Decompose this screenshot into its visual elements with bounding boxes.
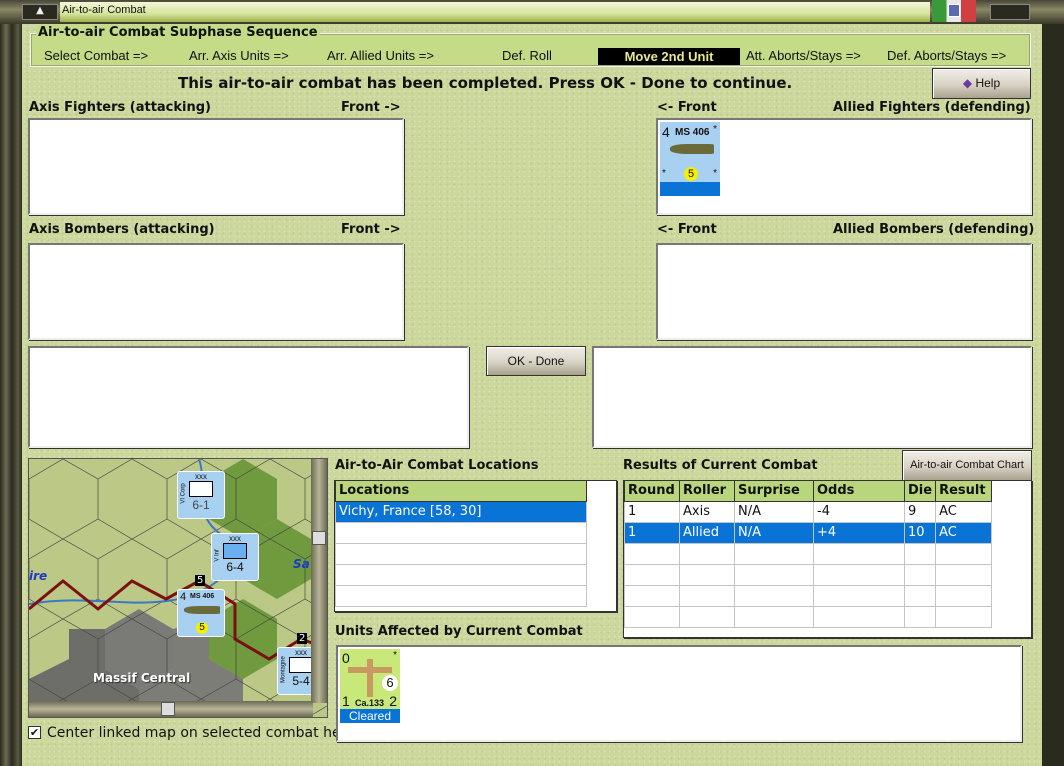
status-message: This air-to-air combat has been complete… (178, 74, 793, 92)
unit-name: MS 406 (190, 593, 215, 600)
stack-count: 2 (297, 633, 308, 644)
ca133-counter[interactable]: 0 * 6 1 Ca.133 2 Cleared (339, 648, 401, 724)
unit-top-left: 0 (342, 650, 350, 666)
allied-fighters-label: Allied Fighters (defending) (833, 100, 1031, 115)
unit-name: VI Corp (180, 483, 187, 504)
bomber-fuselage (367, 659, 373, 697)
scrollbar-thumb[interactable] (161, 702, 175, 716)
unit-symbol-icon (189, 481, 213, 497)
stack-count: 5 (195, 575, 206, 586)
linked-map[interactable]: ire Sa Massif Central VI Corp xxx 6-1 V … (28, 458, 328, 718)
unit-attack: 4 (662, 124, 670, 140)
unit-bottom-right: 2 (389, 693, 397, 709)
allied-bombers-box[interactable] (656, 243, 1032, 340)
unit-name: Montagne (280, 656, 287, 683)
unit-defense: 5 (196, 622, 208, 634)
unit-star: * (713, 168, 717, 179)
unit-attack: 4 (180, 591, 187, 603)
axis-fighters-label: Axis Fighters (attacking) (29, 100, 211, 115)
axis-bombers-label: Axis Bombers (attacking) (29, 222, 215, 237)
column-header: Odds (813, 481, 905, 502)
column-header: Round (624, 481, 680, 502)
combat-chart-button[interactable]: Air-to-air Combat Chart (902, 450, 1032, 481)
scrollbar-thumb[interactable] (312, 531, 326, 545)
unit-value: 6-4 (226, 560, 244, 574)
allied-fighter-counter[interactable]: 4 MS 406 * * * 5 (659, 121, 721, 197)
fighter-plane-icon (184, 606, 220, 614)
unit-defense: 5 (684, 167, 698, 181)
help-book-icon: ◆ (962, 76, 973, 90)
location-cell: Vichy, France [58, 30] (335, 500, 587, 523)
unit-name: V Inf (214, 549, 221, 562)
axis-bombers-front-label: Front -> (341, 222, 401, 237)
step-def-aborts: Def. Aborts/Stays => (887, 48, 1007, 63)
unit-value: 5-4 (292, 674, 310, 688)
column-header: Surprise (734, 481, 814, 502)
unit-defense: 6 (382, 675, 398, 691)
map-vertical-scrollbar[interactable] (311, 459, 327, 703)
locations-title: Air-to-Air Combat Locations (335, 458, 539, 473)
axis-fighters-front-label: Front -> (341, 100, 401, 115)
help-label: Help (975, 76, 1001, 90)
locations-header: Locations (335, 481, 587, 502)
allied-fighters-box[interactable]: 4 MS 406 * * * 5 (656, 118, 1032, 215)
map-label-massif-central: Massif Central (93, 671, 191, 685)
step-move-2nd-unit: Move 2nd Unit (598, 48, 740, 65)
unit-star: * (393, 650, 397, 661)
map-unit-6-1[interactable]: VI Corp xxx 6-1 (177, 471, 225, 519)
results-title: Results of Current Combat (623, 458, 818, 473)
unit-star: * (713, 124, 717, 135)
affected-units-box[interactable]: 0 * 6 1 Ca.133 2 Cleared (336, 645, 1022, 742)
title-bar: ▲ Air-to-air Combat (0, 0, 1064, 24)
selection-bar (660, 182, 720, 196)
unit-name: Ca.133 (355, 698, 385, 708)
infantry-symbol-icon (223, 543, 247, 559)
unit-status-label: Cleared (340, 709, 400, 723)
map-unit-6-4[interactable]: V Inf xxx 6-4 (211, 533, 259, 581)
column-header: Roller (679, 481, 735, 502)
help-button[interactable]: ◆ Help (932, 68, 1031, 99)
fighter-plane-icon (670, 144, 714, 154)
map-fighter-counter[interactable]: 4 MS 406 5 (177, 589, 225, 637)
center-map-checkbox[interactable]: ✔ (28, 726, 41, 739)
unit-name: MS 406 (675, 127, 710, 138)
unit-symbol-icon (289, 657, 313, 673)
locations-table[interactable]: Locations Vichy, France [58, 30] (334, 480, 617, 612)
allied-bombers-front-label: <- Front (657, 222, 717, 237)
column-header: Die (903, 481, 937, 502)
unit-star: * (662, 168, 666, 179)
window-title: Air-to-air Combat (62, 4, 146, 16)
center-map-checkbox-label: Center linked map on selected combat hex (47, 725, 349, 741)
system-menu-button[interactable]: ▲ (22, 4, 58, 20)
allied-info-box (592, 346, 1032, 448)
column-header: Result (935, 481, 992, 502)
river-label-loire: ire (29, 569, 48, 583)
allied-bombers-label: Allied Bombers (defending) (833, 222, 1035, 237)
allied-fighters-front-label: <- Front (657, 100, 717, 115)
table-row[interactable]: 1 Allied N/A +4 10 AC (624, 521, 992, 544)
table-row[interactable]: 1 Axis N/A -4 9 AC (624, 500, 992, 523)
unit-value: 6-1 (192, 498, 210, 512)
axis-fighters-box[interactable] (28, 118, 404, 215)
step-select-combat: Select Combat => (44, 48, 149, 63)
table-row[interactable]: Vichy, France [58, 30] (335, 500, 587, 523)
ok-done-button[interactable]: OK - Done (486, 346, 586, 376)
axis-info-box (28, 346, 469, 448)
step-arr-allied: Arr. Allied Units => (327, 48, 434, 63)
unit-bottom-left: 1 (342, 693, 350, 709)
axis-bombers-box[interactable] (28, 243, 404, 340)
minimize-button[interactable] (990, 4, 1030, 20)
step-def-roll: Def. Roll (502, 48, 552, 63)
affected-title: Units Affected by Current Combat (335, 624, 583, 639)
italy-flag-icon (932, 0, 976, 22)
subphase-sequence-title: Air-to-air Combat Subphase Sequence (36, 25, 320, 40)
step-arr-axis: Arr. Axis Units => (189, 48, 289, 63)
river-label-saone: Sa (293, 557, 310, 571)
results-table[interactable]: Round Roller Surprise Odds Die Result 1 Axis N/… (623, 480, 1032, 638)
map-horizontal-scrollbar[interactable] (29, 701, 313, 717)
step-att-aborts: Att. Aborts/Stays => (746, 48, 861, 63)
